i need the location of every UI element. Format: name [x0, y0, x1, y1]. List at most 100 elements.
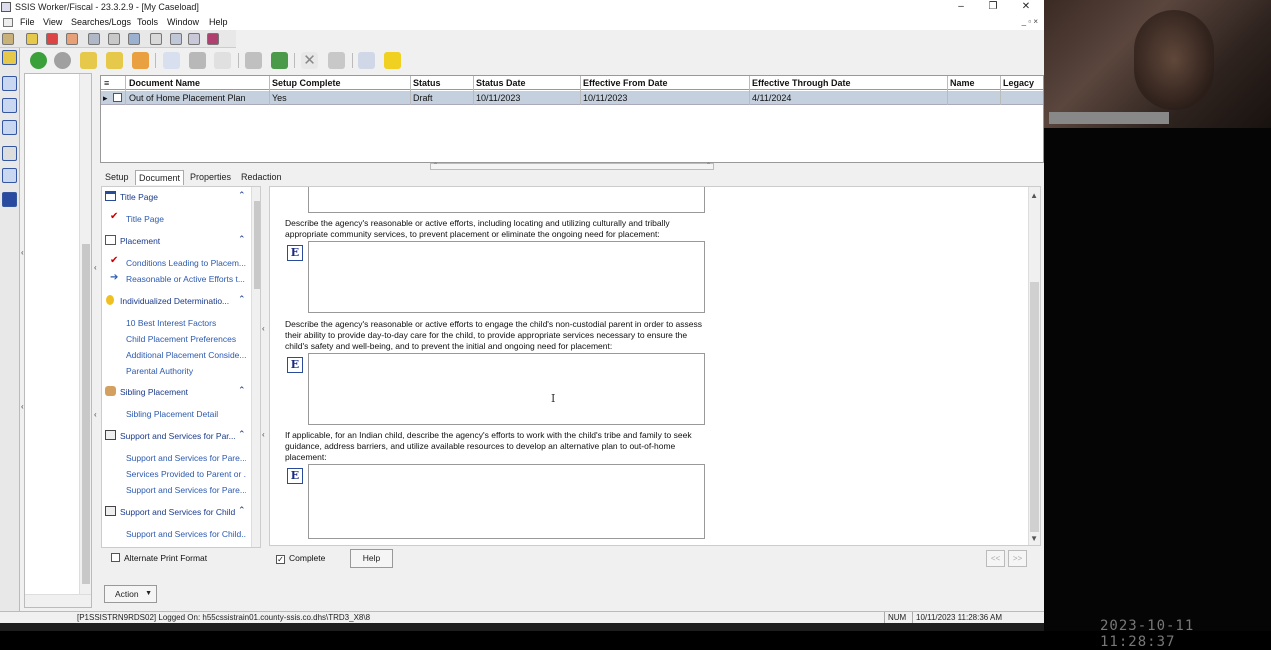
col-legacy[interactable]: Legacy [1003, 78, 1034, 88]
action-button[interactable]: Action ▼ [104, 585, 157, 603]
nav-item-reasonable-efforts[interactable]: Reasonable or Active Efforts t... [126, 274, 246, 287]
previous-page-button[interactable]: << [986, 550, 1005, 567]
grid-menu-icon[interactable]: ≡ [104, 78, 109, 88]
answer-box-2[interactable] [308, 353, 705, 425]
folder-open-icon[interactable] [106, 52, 123, 69]
answer-box-previous[interactable] [308, 187, 705, 213]
delete-icon[interactable]: ✕ [301, 52, 318, 69]
tree-vertical-scrollbar[interactable] [79, 74, 91, 594]
folder-up-icon[interactable] [80, 52, 97, 69]
forward-icon[interactable] [54, 52, 71, 69]
collapse-left-icon[interactable]: ‹ [262, 324, 265, 333]
menu-searches-logs[interactable]: Searches/Logs [71, 17, 131, 27]
notes-icon[interactable] [2, 168, 17, 183]
window-icon[interactable] [188, 33, 200, 45]
nav-section-support-child[interactable]: Support and Services for Child ⌃ [104, 504, 250, 519]
alternate-print-checkbox[interactable] [111, 553, 120, 562]
search-person-icon[interactable] [128, 33, 140, 45]
nav-section-title-page[interactable]: Title Page ⌃ [104, 189, 250, 204]
grid-splitter[interactable]: ⌃ ⌃ [430, 163, 714, 170]
nav-item-support-parents-2[interactable]: Support and Services for Pare... [126, 485, 246, 498]
refresh-icon[interactable] [271, 52, 288, 69]
nav-item-conditions-leading[interactable]: Conditions Leading to Placem... [126, 258, 246, 271]
folder-icon[interactable] [2, 33, 14, 45]
nav-section-individualized-determination[interactable]: Individualized Determinatio... ⌃ [104, 293, 250, 308]
chevron-up-icon[interactable]: ⌃ [238, 385, 246, 396]
complete-checkbox-group[interactable]: ✓ Complete [276, 553, 325, 564]
complete-checkbox[interactable]: ✓ [276, 555, 285, 564]
next-page-button[interactable]: >> [1008, 550, 1027, 567]
chevron-up-icon[interactable]: ⌃ [238, 190, 246, 201]
nav-item-support-parents-1[interactable]: Support and Services for Pare... [126, 453, 246, 466]
nav-section-placement[interactable]: Placement ⌃ [104, 233, 250, 248]
close-button[interactable]: ✕ [1011, 0, 1041, 15]
splitter-up-icon-2[interactable]: ⌃ [706, 162, 711, 169]
scroll-down-icon[interactable]: ▼ [1030, 534, 1038, 543]
col-setup-complete[interactable]: Setup Complete [272, 78, 341, 88]
content-scroll-thumb[interactable] [1030, 282, 1039, 532]
document-icon[interactable] [3, 18, 13, 27]
nav-item-support-child-1[interactable]: Support and Services for Child... [126, 529, 246, 542]
print-icon[interactable] [245, 52, 262, 69]
chevron-up-icon[interactable]: ⌃ [238, 234, 246, 245]
lightning-icon[interactable] [384, 52, 401, 69]
tree-scroll-thumb[interactable] [82, 244, 90, 584]
content-scrollbar[interactable] [1028, 187, 1040, 545]
nav-scroll-thumb[interactable] [254, 201, 260, 289]
list-icon[interactable] [2, 146, 17, 161]
splitter-up-icon[interactable]: ⌃ [433, 162, 438, 169]
menu-help[interactable]: Help [209, 17, 228, 27]
nav-scrollbar[interactable] [251, 187, 260, 547]
chevron-up-icon[interactable]: ⌃ [238, 294, 246, 305]
nav-collapse-handle[interactable]: ‹ ‹ [262, 186, 268, 548]
col-effective-through[interactable]: Effective Through Date [752, 78, 851, 88]
col-status-date[interactable]: Status Date [476, 78, 526, 88]
form-icon[interactable] [170, 33, 182, 45]
mdi-controls[interactable]: _ ▫ × [1022, 17, 1038, 26]
answer-box-3[interactable] [308, 464, 705, 539]
nav-section-support-parents[interactable]: Support and Services for Par... ⌃ [104, 428, 250, 443]
save-icon[interactable] [189, 52, 206, 69]
nav-item-sibling-placement-detail[interactable]: Sibling Placement Detail [126, 409, 246, 422]
collapse-left-icon-2[interactable]: ‹ [262, 430, 265, 439]
col-status[interactable]: Status [413, 78, 441, 88]
tree-horizontal-scrollbar[interactable] [25, 594, 91, 607]
col-document-name[interactable]: Document Name [129, 78, 200, 88]
chevron-up-icon[interactable]: ⌃ [238, 505, 246, 516]
minimize-button[interactable]: – [946, 0, 976, 15]
menu-tools[interactable]: Tools [137, 17, 158, 27]
flag-icon[interactable] [2, 192, 17, 207]
nav-item-parental-authority[interactable]: Parental Authority [126, 366, 246, 379]
menu-file[interactable]: File [20, 17, 35, 27]
tab-document[interactable]: Document [135, 170, 185, 185]
scroll-up-icon[interactable]: ▲ [1030, 191, 1038, 200]
nav-item-services-provided[interactable]: Services Provided to Parent or ... [126, 469, 246, 482]
nav-item-best-interest-factors[interactable]: 10 Best Interest Factors [126, 318, 246, 331]
undo-icon[interactable] [214, 52, 231, 69]
back-icon[interactable] [30, 52, 47, 69]
nav-item-additional-placement[interactable]: Additional Placement Conside... [126, 350, 246, 363]
table-row[interactable]: ▸ Out of Home Placement Plan Yes Draft 1… [101, 91, 1043, 105]
id-icon[interactable] [2, 120, 17, 135]
new-document-icon[interactable] [163, 52, 180, 69]
menu-view[interactable]: View [43, 17, 62, 27]
tree-splitter-icon-2[interactable]: ‹ [94, 410, 97, 419]
nav-item-title-page[interactable]: Title Page [126, 214, 246, 227]
report-icon[interactable] [108, 33, 120, 45]
nav-item-child-placement-preferences[interactable]: Child Placement Preferences [126, 334, 246, 347]
help-button[interactable]: Help [350, 549, 393, 568]
edit-button-2[interactable]: E [287, 357, 303, 373]
tab-setup[interactable]: Setup [102, 170, 132, 185]
col-effective-from[interactable]: Effective From Date [583, 78, 668, 88]
nav-section-sibling-placement[interactable]: Sibling Placement ⌃ [104, 384, 250, 399]
alternate-print-format[interactable]: Alternate Print Format [111, 553, 207, 563]
chevron-up-icon[interactable]: ⌃ [238, 429, 246, 440]
menu-window[interactable]: Window [167, 17, 199, 27]
search-icon[interactable] [2, 50, 17, 65]
properties-icon[interactable] [358, 52, 375, 69]
tab-redaction[interactable]: Redaction [238, 170, 285, 185]
tree-splitter-icon[interactable]: ‹ [94, 263, 97, 272]
person-icon[interactable] [2, 76, 17, 91]
id-card-icon[interactable] [150, 33, 162, 45]
tab-properties[interactable]: Properties [187, 170, 234, 185]
